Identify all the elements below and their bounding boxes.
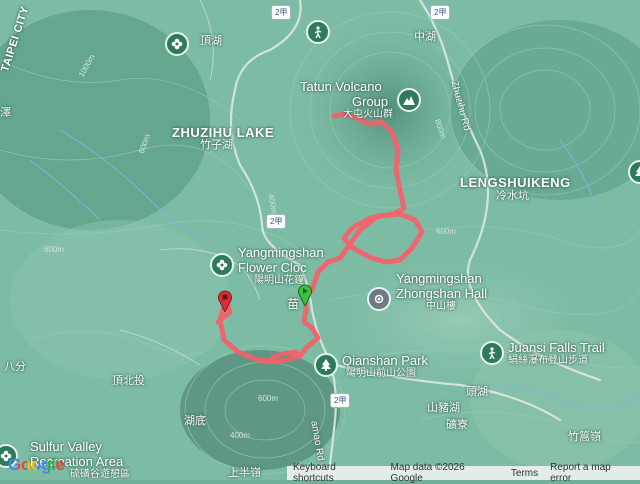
contour-label: 400m: [230, 431, 251, 440]
label-bafen: 八分: [4, 361, 26, 373]
landmark-icon[interactable]: [367, 287, 391, 311]
road-shield: 2甲: [266, 214, 287, 229]
terms-link[interactable]: Terms: [505, 468, 544, 479]
tree-icon[interactable]: [314, 353, 338, 377]
report-error-link[interactable]: Report a map error: [544, 462, 640, 484]
label-sulfur-zh: 硫磺谷遊憩區: [70, 469, 130, 480]
label-lengshuikeng-en: LENGSHUIKENG: [460, 175, 571, 190]
label-toutu: 頭湖: [466, 386, 488, 398]
label-dinghu: 頂湖: [200, 35, 222, 47]
label-tatun-zh: 大屯火山群: [343, 109, 393, 120]
keyboard-shortcuts-link[interactable]: Keyboard shortcuts: [287, 462, 385, 484]
label-dingbeitou: 頂北投: [112, 375, 145, 387]
contour-label: 600m: [436, 227, 457, 236]
start-marker[interactable]: [298, 284, 312, 306]
road-shield: 2甲: [430, 5, 451, 20]
label-sulfur-en: Sulfur Valley: [30, 439, 103, 454]
label-shanzhuhu: 山豬湖: [427, 402, 460, 414]
label-zhuzihu-zh: 竹子湖: [200, 139, 233, 151]
hiker-icon[interactable]: [480, 341, 504, 365]
label-tatun-en2: Group: [352, 94, 389, 109]
contour-label: 600m: [44, 245, 65, 254]
google-logo: Google: [8, 455, 65, 474]
label-zhuzihu-en: ZHUZIHU LAKE: [172, 125, 275, 140]
flower-icon[interactable]: [165, 32, 189, 56]
label-ze: 澤: [0, 107, 11, 119]
label-hudi: 湖底: [184, 415, 206, 427]
label-flower-clock-en2: Flower Cloc: [238, 260, 307, 275]
road-shield: 2甲: [330, 393, 351, 408]
label-zhonghu: 中湖: [414, 31, 436, 43]
label-qianshan-zh: 陽明山前山公園: [346, 368, 416, 379]
label-zhuwei: 竹篙嶺: [568, 431, 601, 443]
terrain-map[interactable]: [0, 0, 640, 480]
label-shangban: 上半嶺: [228, 467, 261, 479]
label-kuangliao: 礦寮: [446, 419, 468, 431]
road-shield: 2甲: [271, 5, 292, 20]
label-zhongshan-zh: 中山樓: [426, 301, 456, 312]
map-footer: Keyboard shortcuts Map data ©2026 Google…: [287, 462, 640, 484]
contour-label: 600m: [258, 394, 279, 403]
hiker-icon[interactable]: [306, 20, 330, 44]
map-data-attribution: Map data ©2026 Google: [390, 462, 465, 484]
label-flower-clock-zh: 陽明山花鐘: [254, 275, 304, 286]
mountain-icon[interactable]: [397, 88, 421, 112]
flower-icon[interactable]: [210, 253, 234, 277]
label-zhongshan-en2: Zhongshan Hall: [396, 286, 488, 301]
label-zhongshan-en: Yangmingshan: [396, 271, 482, 286]
label-juansi-zh: 絹絲瀑布登山步道: [508, 355, 588, 366]
end-marker[interactable]: [218, 290, 232, 312]
label-qianshan-en: Qianshan Park: [342, 353, 428, 368]
label-flower-clock-en: Yangmingshan: [238, 245, 324, 260]
label-juansi-en: Juansi Falls Trail: [508, 340, 605, 355]
label-tatun-en: Tatun Volcano: [300, 79, 382, 94]
label-lengshuikeng-zh: 冷水坑: [496, 190, 529, 202]
